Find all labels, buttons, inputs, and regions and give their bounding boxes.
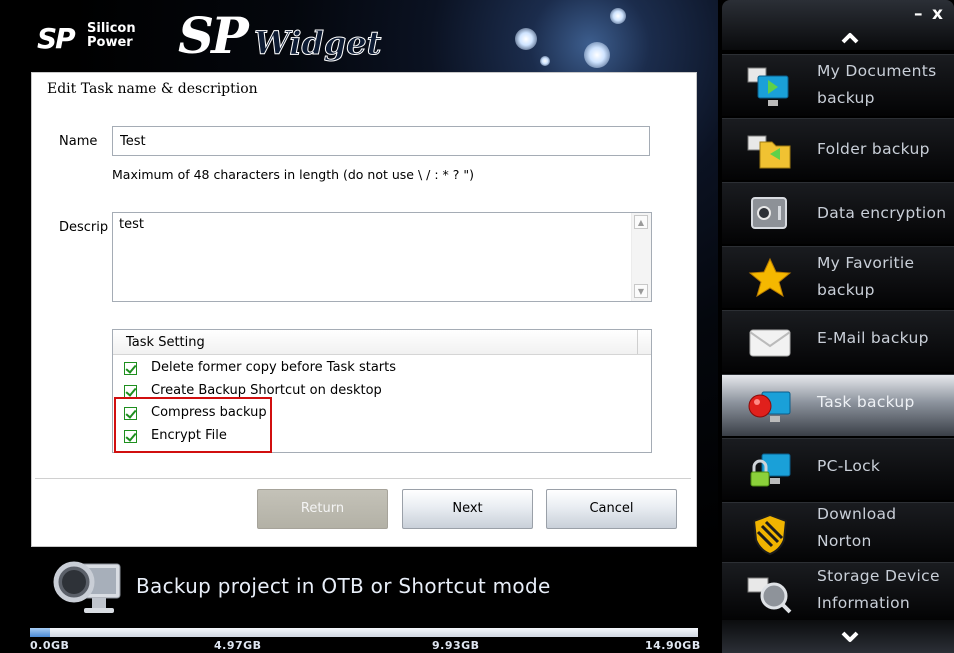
cancel-button[interactable]: Cancel	[546, 489, 677, 529]
sidebar-label-line2: backup	[817, 89, 875, 107]
folder-backup-icon	[747, 135, 791, 169]
status-message: Backup project in OTB or Shortcut mode	[136, 574, 551, 598]
sidebar-label-line1: PC-Lock	[817, 457, 881, 475]
storage-info-icon	[747, 577, 792, 614]
return-button[interactable]: Return	[257, 489, 388, 529]
sidebar-item-task-backup[interactable]: Task backup	[722, 374, 954, 436]
sidebar-label-line2: Norton	[817, 532, 872, 550]
envelope-icon	[749, 329, 791, 357]
main-area: SP Silicon Power SP Widget Edit Task nam…	[0, 0, 718, 653]
capacity-label-1: 4.97GB	[214, 639, 262, 652]
logo-line2: Power	[87, 35, 133, 50]
close-button[interactable]: x	[932, 4, 943, 24]
sidebar-label-line2: Information	[817, 594, 911, 612]
logo-mark: SP	[37, 22, 76, 55]
minimize-button[interactable]: –	[914, 4, 923, 24]
edit-task-dialog: Edit Task name & description Name Maximu…	[31, 72, 697, 547]
sidebar-label-line2: backup	[817, 281, 875, 299]
annotation-highlight-box	[114, 397, 272, 453]
descrip-label: Descrip	[59, 220, 109, 235]
option-label: Delete former copy before Task starts	[151, 360, 397, 375]
name-input[interactable]	[112, 126, 650, 156]
status-bar: Backup project in OTB or Shortcut mode	[40, 556, 710, 622]
product-name: Widget	[253, 24, 382, 63]
sidebar-item-pc-lock[interactable]: PC-Lock	[722, 438, 954, 500]
scroll-up-icon[interactable]: ▲	[634, 215, 648, 229]
description-scrollbar[interactable]: ▲ ▼	[631, 213, 651, 301]
description-text: test	[119, 217, 144, 232]
next-button[interactable]: Next	[402, 489, 533, 529]
scroll-down-icon[interactable]: ▼	[634, 284, 648, 298]
description-textarea[interactable]: test ▲ ▼	[112, 212, 652, 302]
sidebar-label-line1: Download	[817, 505, 897, 523]
logo-line1: Silicon	[87, 21, 136, 36]
sp-widget-app: SP Silicon Power SP Widget Edit Task nam…	[0, 0, 954, 653]
header-divider	[637, 330, 638, 354]
sidebar-label-line1: Storage Device	[817, 567, 940, 585]
magnifier-monitor-icon	[53, 561, 121, 613]
sidebar-label-line1: My Favoritie	[817, 254, 915, 272]
task-setting-header-label: Task Setting	[126, 335, 205, 350]
sidebar-label-line1: My Documents	[817, 62, 937, 80]
task-setting-header: Task Setting	[113, 330, 651, 355]
sidebar-label-line1: Data encryption	[817, 204, 947, 222]
capacity-used-fill	[30, 628, 51, 637]
silicon-power-logo: SP Silicon Power	[37, 18, 143, 58]
sidebar-item-download-norton[interactable]: Download Norton	[722, 502, 954, 564]
chevron-down-icon[interactable]	[840, 627, 860, 647]
dialog-title: Edit Task name & description	[47, 81, 258, 97]
sidebar-label-line1: E-Mail backup	[817, 329, 929, 347]
glow-dot	[610, 8, 626, 24]
checkbox-checked-icon[interactable]	[124, 362, 137, 375]
name-label: Name	[59, 134, 98, 149]
sidebar-item-email-backup[interactable]: E-Mail backup	[722, 310, 954, 372]
sidebar-top: – x	[722, 0, 954, 50]
sidebar-label-line1: Folder backup	[817, 140, 930, 158]
option-label: Create Backup Shortcut on desktop	[151, 383, 382, 398]
product-sp: SP	[178, 6, 249, 65]
sidebar-item-my-favorite-backup[interactable]: My Favoritie backup	[722, 246, 954, 308]
capacity-label-0: 0.0GB	[30, 639, 70, 652]
sidebar-item-my-documents-backup[interactable]: My Documents backup	[722, 54, 954, 116]
sidebar-item-storage-device-information[interactable]: Storage Device Information	[722, 562, 954, 620]
safe-icon	[751, 197, 787, 229]
glow-dot	[584, 42, 610, 68]
my-documents-icon	[747, 67, 789, 106]
capacity-bar	[30, 628, 698, 637]
chevron-up-icon[interactable]	[840, 28, 860, 48]
app-header: SP Silicon Power SP Widget	[0, 0, 718, 72]
sidebar-bottom	[722, 620, 954, 653]
name-hint: Maximum of 48 characters in length (do n…	[112, 167, 474, 182]
divider	[35, 478, 691, 479]
sidebar-item-data-encryption[interactable]: Data encryption	[722, 182, 954, 244]
glow-dot	[515, 28, 537, 50]
glow-dot	[540, 56, 550, 66]
task-backup-icon	[748, 391, 791, 422]
norton-shield-icon	[752, 513, 788, 556]
capacity-label-2: 9.93GB	[432, 639, 480, 652]
sidebar-item-folder-backup[interactable]: Folder backup	[722, 118, 954, 180]
sidebar-label-line1: Task backup	[817, 393, 915, 411]
feature-sidebar: – x My Documents backup Folder backup Da…	[718, 0, 954, 653]
capacity-label-3: 14.90GB	[645, 639, 701, 652]
lock-monitor-icon	[750, 453, 791, 487]
star-icon	[748, 257, 792, 298]
